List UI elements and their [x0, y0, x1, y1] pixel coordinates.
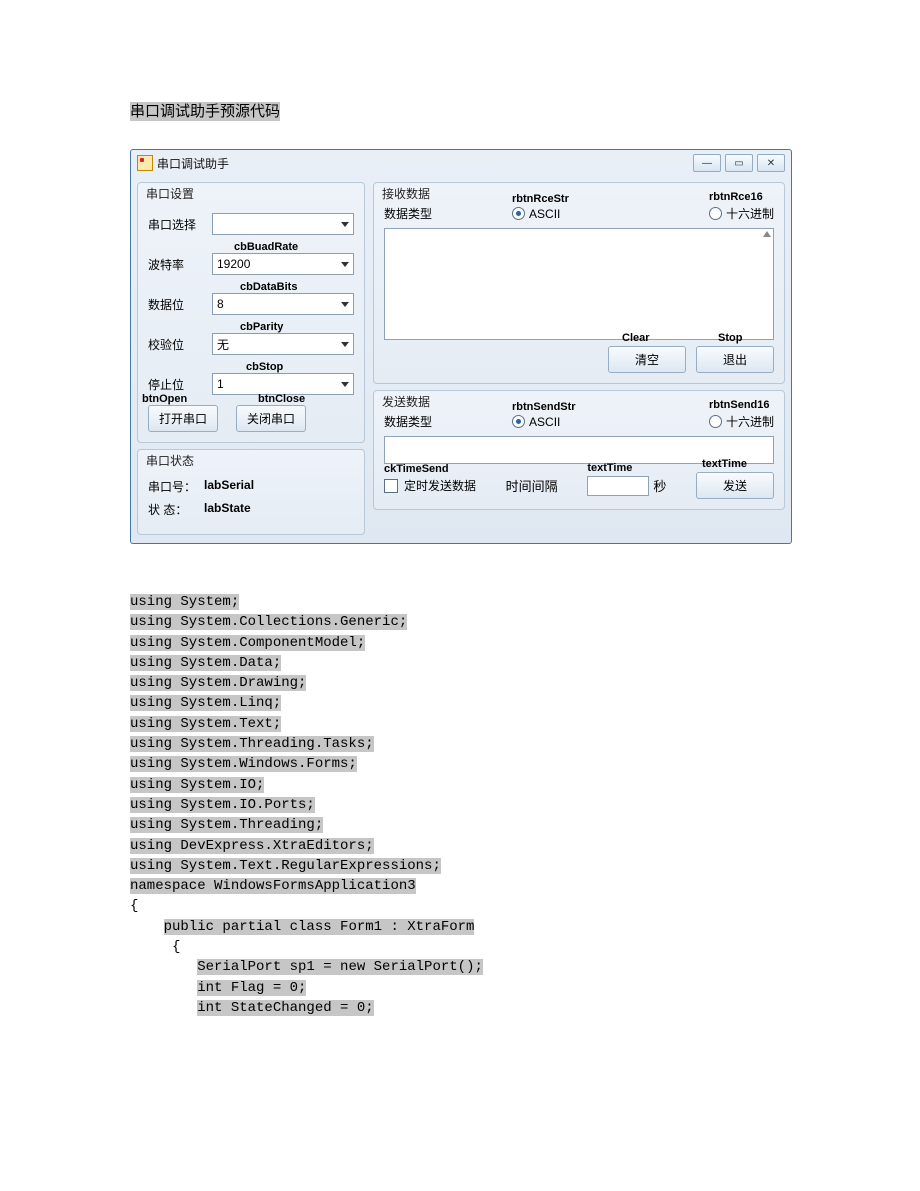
baud-label: 波特率: [148, 256, 212, 273]
clear-button[interactable]: 清空: [608, 346, 686, 373]
tx-hex-radio[interactable]: [709, 415, 722, 428]
chevron-down-icon: [341, 262, 349, 267]
chevron-down-icon: [341, 382, 349, 387]
port-select-combo[interactable]: [212, 213, 354, 235]
chevron-down-icon: [341, 302, 349, 307]
stop-anno: Stop: [718, 332, 742, 344]
rx-hex-anno: rbtnRce16: [709, 191, 763, 203]
parity-anno: cbParity: [240, 321, 283, 333]
tx-ascii-label: ASCII: [529, 415, 560, 429]
rx-type-label: 数据类型: [384, 205, 432, 222]
time-input[interactable]: [587, 476, 649, 496]
btn-close-anno: btnClose: [258, 393, 305, 405]
parity-combo[interactable]: 无: [212, 333, 354, 355]
serial-status-title: 串口状态: [146, 452, 194, 469]
rx-hex-label: 十六进制: [726, 205, 774, 222]
interval-label: 时间间隔: [506, 476, 558, 495]
tx-hex-label: 十六进制: [726, 413, 774, 430]
btn-open-anno: btnOpen: [142, 393, 187, 405]
databits-anno: cbDataBits: [240, 281, 297, 293]
minimize-button[interactable]: —: [693, 154, 721, 172]
ck-time-anno: ckTimeSend: [384, 463, 449, 475]
document-title: 串口调试助手预源代码: [130, 102, 280, 121]
code-block: using System;using System.Collections.Ge…: [130, 592, 790, 1018]
port-number-value: labSerial: [204, 478, 254, 495]
chevron-down-icon: [341, 222, 349, 227]
stop-anno: cbStop: [246, 361, 283, 373]
send-title: 发送数据: [382, 393, 430, 410]
tx-ascii-anno: rbtnSendStr: [512, 401, 576, 413]
titlebar: 串口调试助手 — ▭ ✕: [131, 150, 791, 178]
stop-combo[interactable]: 1: [212, 373, 354, 395]
serial-settings-group: 串口设置 串口选择 cbBuadRate 波特率 19200: [137, 182, 365, 443]
receive-title: 接收数据: [382, 185, 430, 202]
window-title: 串口调试助手: [157, 155, 229, 172]
stop-label: 停止位: [148, 376, 212, 393]
close-port-button[interactable]: 关闭串口: [236, 405, 306, 432]
send-group: 发送数据 数据类型 rbtnSendStr ASCII rbtnSend16 十…: [373, 390, 785, 510]
scroll-up-icon: [763, 231, 771, 237]
send-button[interactable]: 发送: [696, 472, 774, 499]
rx-hex-radio[interactable]: [709, 207, 722, 220]
seconds-label: 秒: [653, 476, 666, 495]
app-window: 串口调试助手 — ▭ ✕ 串口设置 串口选择: [130, 149, 792, 544]
receive-group: 接收数据 数据类型 rbtnRceStr ASCII rbtnRce16 十六进…: [373, 182, 785, 384]
baud-anno: cbBuadRate: [234, 241, 298, 253]
timed-send-checkbox[interactable]: [384, 479, 398, 493]
tx-type-label: 数据类型: [384, 413, 432, 430]
serial-status-group: 串口状态 串口号： labSerial 状 态： labState: [137, 449, 365, 535]
timed-send-label: 定时发送数据: [404, 477, 476, 494]
tx-hex-anno: rbtnSend16: [709, 399, 770, 411]
tx-ascii-radio[interactable]: [512, 415, 525, 428]
databits-combo[interactable]: 8: [212, 293, 354, 315]
open-port-button[interactable]: 打开串口: [148, 405, 218, 432]
parity-value: 无: [217, 336, 229, 353]
state-label: 状 态：: [148, 501, 204, 518]
parity-label: 校验位: [148, 336, 212, 353]
chevron-down-icon: [341, 342, 349, 347]
port-number-label: 串口号：: [148, 478, 204, 495]
databits-value: 8: [217, 297, 224, 311]
baud-value: 19200: [217, 257, 250, 271]
send-btn-anno: textTime: [702, 458, 747, 470]
exit-button[interactable]: 退出: [696, 346, 774, 373]
stop-value: 1: [217, 377, 224, 391]
close-button[interactable]: ✕: [757, 154, 785, 172]
serial-settings-title: 串口设置: [146, 185, 194, 202]
maximize-button[interactable]: ▭: [725, 154, 753, 172]
databits-label: 数据位: [148, 296, 212, 313]
rx-ascii-anno: rbtnRceStr: [512, 193, 569, 205]
state-value: labState: [204, 501, 251, 518]
baud-combo[interactable]: 19200: [212, 253, 354, 275]
rx-ascii-radio[interactable]: [512, 207, 525, 220]
window-icon: [137, 155, 153, 171]
rx-textarea[interactable]: [384, 228, 774, 340]
time-input-anno: textTime: [587, 462, 632, 474]
clear-anno: Clear: [622, 332, 650, 344]
port-select-label: 串口选择: [148, 216, 212, 233]
rx-ascii-label: ASCII: [529, 207, 560, 221]
